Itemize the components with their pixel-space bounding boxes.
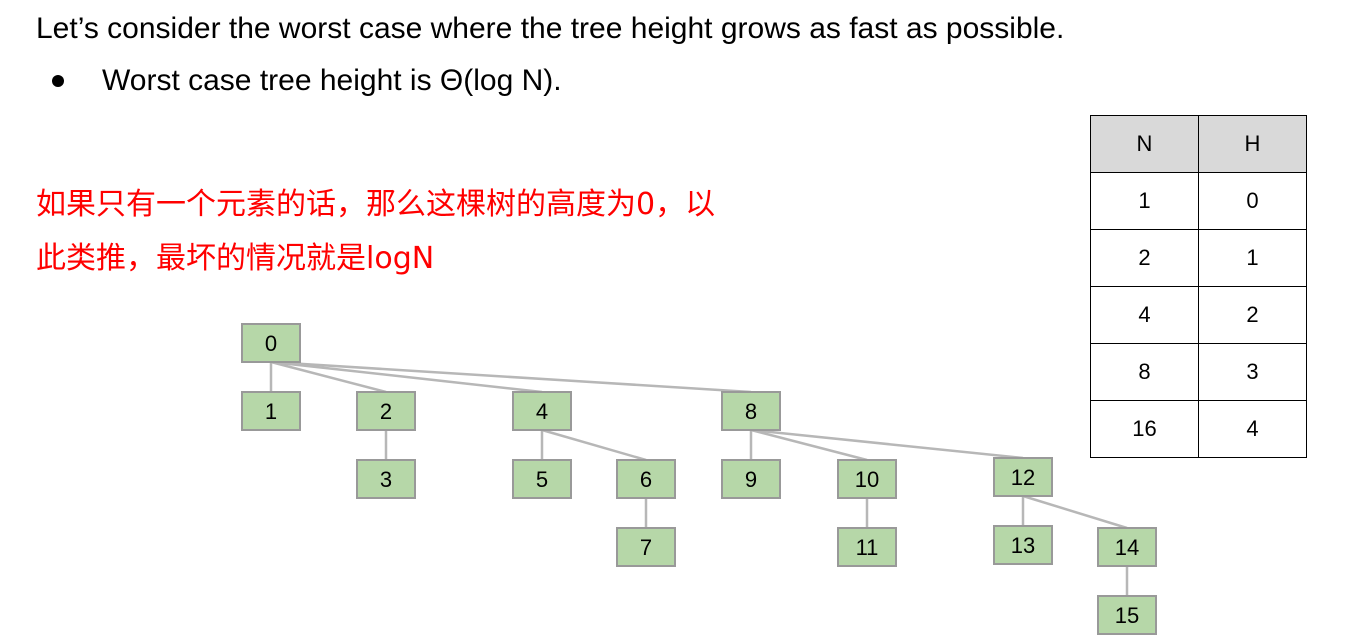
tree-node-7: 7 (616, 527, 676, 567)
tree-node-label: 10 (855, 467, 879, 492)
tree-node-14: 14 (1097, 527, 1157, 567)
tree-node-label: 7 (640, 535, 652, 560)
tree-node-4: 4 (512, 391, 572, 431)
tree-node-label: 15 (1115, 603, 1139, 628)
tree-node-3: 3 (356, 459, 416, 499)
tree-node-label: 5 (536, 467, 548, 492)
tree-node-2: 2 (356, 391, 416, 431)
tree-node-11: 11 (837, 527, 897, 567)
tree-node-12: 12 (993, 457, 1053, 497)
tree-node-label: 8 (745, 399, 757, 424)
tree-node-label: 4 (536, 399, 548, 424)
tree-node-label: 1 (265, 399, 277, 424)
tree-node-10: 10 (837, 459, 897, 499)
tree-node-9: 9 (721, 459, 781, 499)
tree-node-8: 8 (721, 391, 781, 431)
tree-node-label: 9 (745, 467, 757, 492)
tree-node-label: 2 (380, 399, 392, 424)
tree-edge-8-10 (750, 428, 868, 462)
tree-edge-4-6 (541, 428, 647, 462)
tree-node-0: 0 (241, 323, 301, 363)
tree-node-1: 1 (241, 391, 301, 431)
tree-node-15: 15 (1097, 595, 1157, 635)
tree-node-label: 13 (1011, 533, 1035, 558)
tree-edge-8-12 (750, 428, 1024, 460)
tree-node-label: 0 (265, 331, 277, 356)
tree-node-label: 14 (1115, 535, 1139, 560)
tree-diagram: 01 2345 6789 10111213 1415 (241, 323, 1157, 635)
tree-node-label: 3 (380, 467, 392, 492)
tree-edge-12-14 (1022, 494, 1128, 530)
tree-node-label: 6 (640, 467, 652, 492)
tree-node-13: 13 (993, 525, 1053, 565)
tree-node-label: 11 (856, 535, 879, 560)
tree-node-6: 6 (616, 459, 676, 499)
tree-node-5: 5 (512, 459, 572, 499)
tree-node-label: 12 (1011, 465, 1035, 490)
